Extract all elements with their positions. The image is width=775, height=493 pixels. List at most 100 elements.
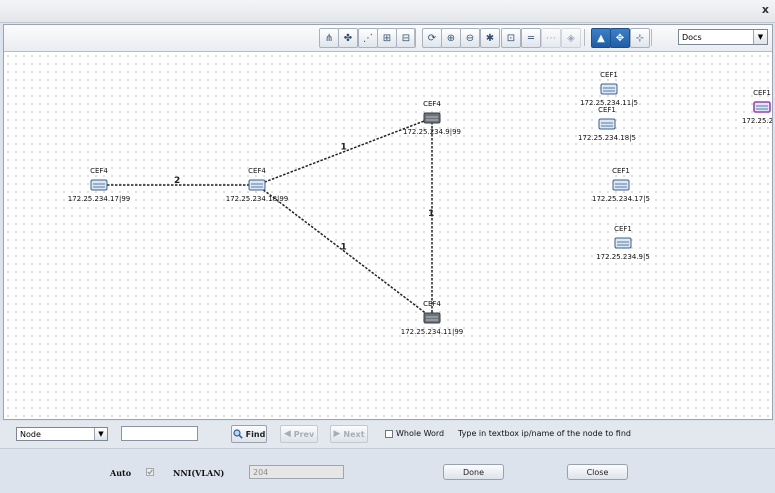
fit-icon: ⊡ <box>506 32 516 44</box>
toolbar-circular-layout-button[interactable]: ✤ <box>338 28 358 48</box>
connect-icon: ⋯ <box>546 32 556 44</box>
toolbar-link-button[interactable]: ═ <box>521 28 541 48</box>
arrow-left-icon: ◀ <box>283 429 291 439</box>
topology-node[interactable]: CEF4 172.25.234.11|99 <box>401 300 463 336</box>
view-select[interactable]: Docs ▼ <box>678 29 768 45</box>
device-icon <box>598 118 616 130</box>
device-icon <box>90 179 108 191</box>
check-icon <box>147 469 153 475</box>
find-button-label: Find <box>245 429 266 439</box>
device-icon <box>423 112 441 124</box>
toolbar-zoom-in-button[interactable]: ⊕ <box>441 28 461 48</box>
node-ip-label: 172.25.234.17|5 <box>592 195 650 203</box>
prev-button[interactable]: ◀ Prev <box>280 425 318 443</box>
link-label: 2 <box>174 176 180 186</box>
toolbar-separator <box>651 29 652 46</box>
node-ip-label: 172.25.234 <box>742 117 772 125</box>
toolbar-share-button[interactable]: ⊹ <box>630 28 650 48</box>
toolbar-settings-button[interactable]: ✱ <box>480 28 500 48</box>
topology-node[interactable]: CEF1 172.25.234.17|5 <box>592 167 650 203</box>
toolbar-hierarchical-layout-button[interactable]: ⋰ <box>358 28 378 48</box>
device-icon <box>612 179 630 191</box>
topology-link: 2 <box>99 176 257 186</box>
arrow-right-icon: ▶ <box>333 429 341 439</box>
topology-node[interactable]: CEF1 172.25.234.9|5 <box>596 225 650 261</box>
topology-panel: ⋔ ✤ ⋰ ⊞ ⊟ ⟳ ⊕ ⊖ ✱ ⊡ ═ ⋯ ◈ ▲ ✥ ⊹ Docs ▼ 2 1 1 1 CEF4 172.25.2… <box>3 24 773 420</box>
topology-graph: 2 1 1 1 CEF4 172.25.234.17|99 CEF4 172.25.234.1… <box>68 71 772 336</box>
done-button-label: Done <box>462 467 485 477</box>
topology-node[interactable]: CEF4 172.25.234.9|99 <box>403 100 461 136</box>
view-select-value: Docs <box>682 33 702 42</box>
device-icon <box>614 237 632 249</box>
search-input[interactable] <box>121 426 198 441</box>
search-bar: Node ▼ Find ◀ Prev ▶ Next Whole Word Typ… <box>0 421 775 448</box>
node-ip-label: 172.25.234.11|99 <box>401 328 463 336</box>
chevron-down-icon: ▼ <box>753 30 767 44</box>
node-ip-label: 172.25.234.9|5 <box>596 253 650 261</box>
search-type-select[interactable]: Node ▼ <box>16 427 108 441</box>
node-type-label: CEF1 <box>612 167 630 175</box>
next-button[interactable]: ▶ Next <box>330 425 368 443</box>
device-icon <box>423 312 441 324</box>
grid-layout-icon: ⊟ <box>401 32 411 44</box>
node-type-label: CEF1 <box>600 71 618 79</box>
node-type-label: CEF1 <box>598 106 616 114</box>
topology-node[interactable]: CEF1 172.25.234 <box>742 89 772 125</box>
settings-icon: ✱ <box>485 32 495 44</box>
topology-canvas[interactable]: 2 1 1 1 CEF4 172.25.234.17|99 CEF4 172.25.234.1… <box>4 52 772 419</box>
device-icon <box>248 179 266 191</box>
chevron-down-icon: ▼ <box>94 428 107 440</box>
node-ip-label: 172.25.234.17|99 <box>68 195 130 203</box>
node-ip-label: 172.25.234.18|99 <box>226 195 288 203</box>
whole-word-label: Whole Word <box>396 429 445 438</box>
link-label: 1 <box>341 143 347 153</box>
expand-icon: ✥ <box>615 32 625 44</box>
zoom-out-icon: ⊖ <box>465 32 475 44</box>
toolbar-org-layout-button[interactable]: ⊞ <box>377 28 397 48</box>
node-type-label: CEF4 <box>248 167 266 175</box>
search-icon <box>233 429 243 439</box>
toolbar-zoom-out-button[interactable]: ⊖ <box>460 28 480 48</box>
node-type-label: CEF1 <box>614 225 632 233</box>
whole-word-checkbox[interactable] <box>385 430 393 438</box>
auto-checkbox[interactable] <box>146 468 154 476</box>
window-titlebar: x <box>0 0 775 23</box>
nni-vlan-label: NNI(VLAN) <box>173 468 225 478</box>
window-close-button[interactable]: x <box>762 3 769 16</box>
topology-node[interactable]: CEF1 172.25.234.18|5 <box>578 106 636 142</box>
topology-node[interactable]: CEF1172.25.234.11|5 <box>580 71 638 107</box>
toolbar-refresh-button[interactable]: ⟳ <box>422 28 442 48</box>
refresh-icon: ⟳ <box>427 32 437 44</box>
org-layout-icon: ⊞ <box>382 32 392 44</box>
tag-icon: ◈ <box>567 32 575 44</box>
topology-toolbar: ⋔ ✤ ⋰ ⊞ ⊟ ⟳ ⊕ ⊖ ✱ ⊡ ═ ⋯ ◈ ▲ ✥ ⊹ Docs ▼ <box>4 25 772 52</box>
node-ip-label: 172.25.234.18|5 <box>578 134 636 142</box>
vlan-field[interactable]: 204 <box>249 465 344 479</box>
footer-panel: Auto NNI(VLAN) 204 Done Close <box>0 448 775 493</box>
share-icon: ⊹ <box>635 32 645 44</box>
toolbar-tag-button[interactable]: ◈ <box>561 28 581 48</box>
close-button-label: Close <box>586 467 609 477</box>
device-icon <box>600 83 618 95</box>
toolbar-fit-button[interactable]: ⊡ <box>501 28 521 48</box>
search-type-value: Node <box>20 430 41 439</box>
link-label: 1 <box>341 243 347 253</box>
toolbar-collapse-button[interactable]: ▲ <box>591 28 611 48</box>
toolbar-tree-layout-button[interactable]: ⋔ <box>319 28 339 48</box>
next-button-label: Next <box>343 429 365 439</box>
vlan-value: 204 <box>253 468 269 477</box>
toolbar-connect-button[interactable]: ⋯ <box>541 28 561 48</box>
search-hint: Type in textbox ip/name of the node to f… <box>458 429 631 438</box>
toolbar-grid-layout-button[interactable]: ⊟ <box>396 28 416 48</box>
close-button[interactable]: Close <box>567 464 628 480</box>
find-button[interactable]: Find <box>231 425 267 443</box>
link-label: 1 <box>428 209 434 219</box>
zoom-in-icon: ⊕ <box>446 32 456 44</box>
tree-layout-icon: ⋔ <box>324 32 334 44</box>
toolbar-separator <box>584 29 585 46</box>
prev-button-label: Prev <box>293 429 315 439</box>
node-ip-label: 172.25.234.9|99 <box>403 128 461 136</box>
toolbar-expand-button[interactable]: ✥ <box>610 28 630 48</box>
done-button[interactable]: Done <box>443 464 504 480</box>
node-type-label: CEF4 <box>90 167 108 175</box>
